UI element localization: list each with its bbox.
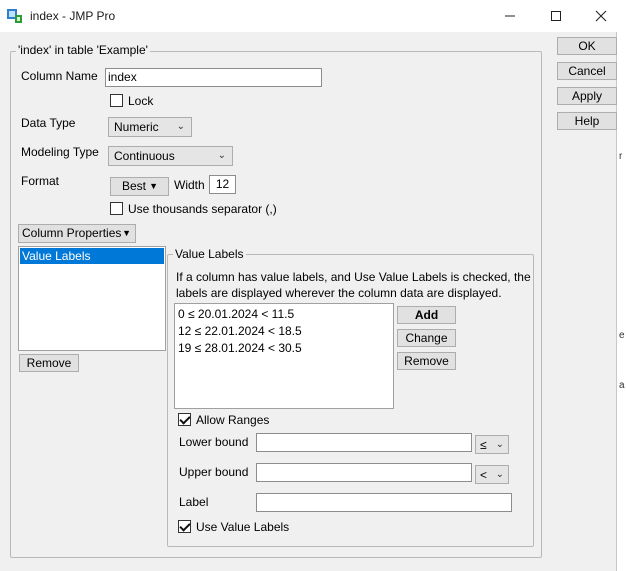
data-type-label: Data Type: [21, 116, 76, 130]
column-group-legend: 'index' in table 'Example': [16, 43, 150, 57]
background-window-edge: [616, 32, 626, 571]
minimize-icon: [505, 15, 515, 17]
value-labels-description: If a column has value labels, and Use Va…: [176, 270, 531, 284]
maximize-icon: [551, 11, 561, 21]
data-type-select[interactable]: Numeric ⌄: [108, 117, 192, 137]
column-properties-label: Column Properties: [22, 226, 122, 240]
format-label: Format: [21, 174, 60, 188]
remove-property-button[interactable]: Remove: [19, 354, 79, 372]
help-button[interactable]: Help: [557, 112, 617, 130]
value-labels-legend: Value Labels: [173, 247, 246, 261]
chevron-down-icon: ⌄: [495, 469, 504, 480]
dropdown-arrow-icon: ▼: [122, 228, 131, 238]
value-labels-description-2: labels are displayed wherever the column…: [176, 286, 502, 300]
column-name-label: Column Name: [21, 69, 98, 83]
chevron-down-icon: ⌄: [217, 150, 226, 161]
modeling-type-value: Continuous: [114, 149, 175, 163]
lock-checkbox[interactable]: [110, 94, 123, 107]
value-label-item[interactable]: 0 ≤ 20.01.2024 < 11.5: [176, 306, 392, 322]
label-input[interactable]: [256, 493, 512, 512]
modeling-type-select[interactable]: Continuous ⌄: [108, 146, 233, 166]
label-field-label: Label: [179, 495, 209, 509]
upper-bound-label: Upper bound: [179, 465, 249, 479]
minimize-button[interactable]: [487, 0, 533, 32]
edge-glyph: e: [619, 330, 625, 341]
edge-glyph: a: [619, 380, 625, 391]
width-input[interactable]: 12: [209, 175, 236, 194]
close-button[interactable]: [578, 0, 624, 32]
upper-bound-input[interactable]: [256, 463, 472, 482]
add-button[interactable]: Add: [397, 306, 456, 324]
allow-ranges-label: Allow Ranges: [196, 413, 270, 427]
chevron-down-icon: ⌄: [176, 121, 185, 132]
thousands-separator-label: Use thousands separator (,): [128, 202, 277, 216]
column-properties-list[interactable]: Value Labels: [18, 246, 166, 351]
column-properties-button[interactable]: Column Properties ▼: [18, 224, 136, 243]
upper-operator-value: <: [480, 468, 488, 482]
window-title: index - JMP Pro: [30, 9, 116, 23]
value-labels-list[interactable]: 0 ≤ 20.01.2024 < 11.5 12 ≤ 22.01.2024 < …: [174, 303, 394, 409]
thousands-separator-checkbox[interactable]: [110, 202, 123, 215]
dropdown-arrow-icon: ▼: [149, 181, 158, 191]
column-name-input[interactable]: index: [105, 68, 322, 87]
lock-label: Lock: [128, 94, 154, 108]
apply-button[interactable]: Apply: [557, 87, 617, 105]
maximize-button[interactable]: [533, 0, 579, 32]
property-item-value-labels[interactable]: Value Labels: [20, 248, 164, 264]
chevron-down-icon: ⌄: [495, 439, 504, 450]
jmp-app-icon: [6, 8, 23, 24]
lower-operator-select[interactable]: ≤ ⌄: [475, 435, 509, 454]
format-value: Best: [122, 179, 147, 193]
change-button[interactable]: Change: [397, 329, 456, 347]
remove-value-label-button[interactable]: Remove: [397, 352, 456, 370]
ok-button[interactable]: OK: [557, 37, 617, 55]
allow-ranges-checkbox[interactable]: [178, 413, 191, 426]
cancel-button[interactable]: Cancel: [557, 62, 617, 80]
use-value-labels-checkbox[interactable]: [178, 520, 191, 533]
use-value-labels-label: Use Value Labels: [196, 520, 290, 534]
lower-bound-input[interactable]: [256, 433, 472, 452]
format-dropdown-button[interactable]: Best ▼: [110, 177, 169, 196]
close-icon: [595, 10, 607, 22]
lower-operator-value: ≤: [480, 438, 487, 452]
modeling-type-label: Modeling Type: [21, 145, 99, 159]
value-label-item[interactable]: 19 ≤ 28.01.2024 < 30.5: [176, 340, 392, 356]
width-label: Width: [174, 178, 205, 192]
upper-operator-select[interactable]: < ⌄: [475, 465, 509, 484]
value-label-item[interactable]: 12 ≤ 22.01.2024 < 18.5: [176, 323, 392, 339]
data-type-value: Numeric: [114, 120, 159, 134]
edge-glyph: r: [619, 151, 623, 162]
lower-bound-label: Lower bound: [179, 435, 249, 449]
